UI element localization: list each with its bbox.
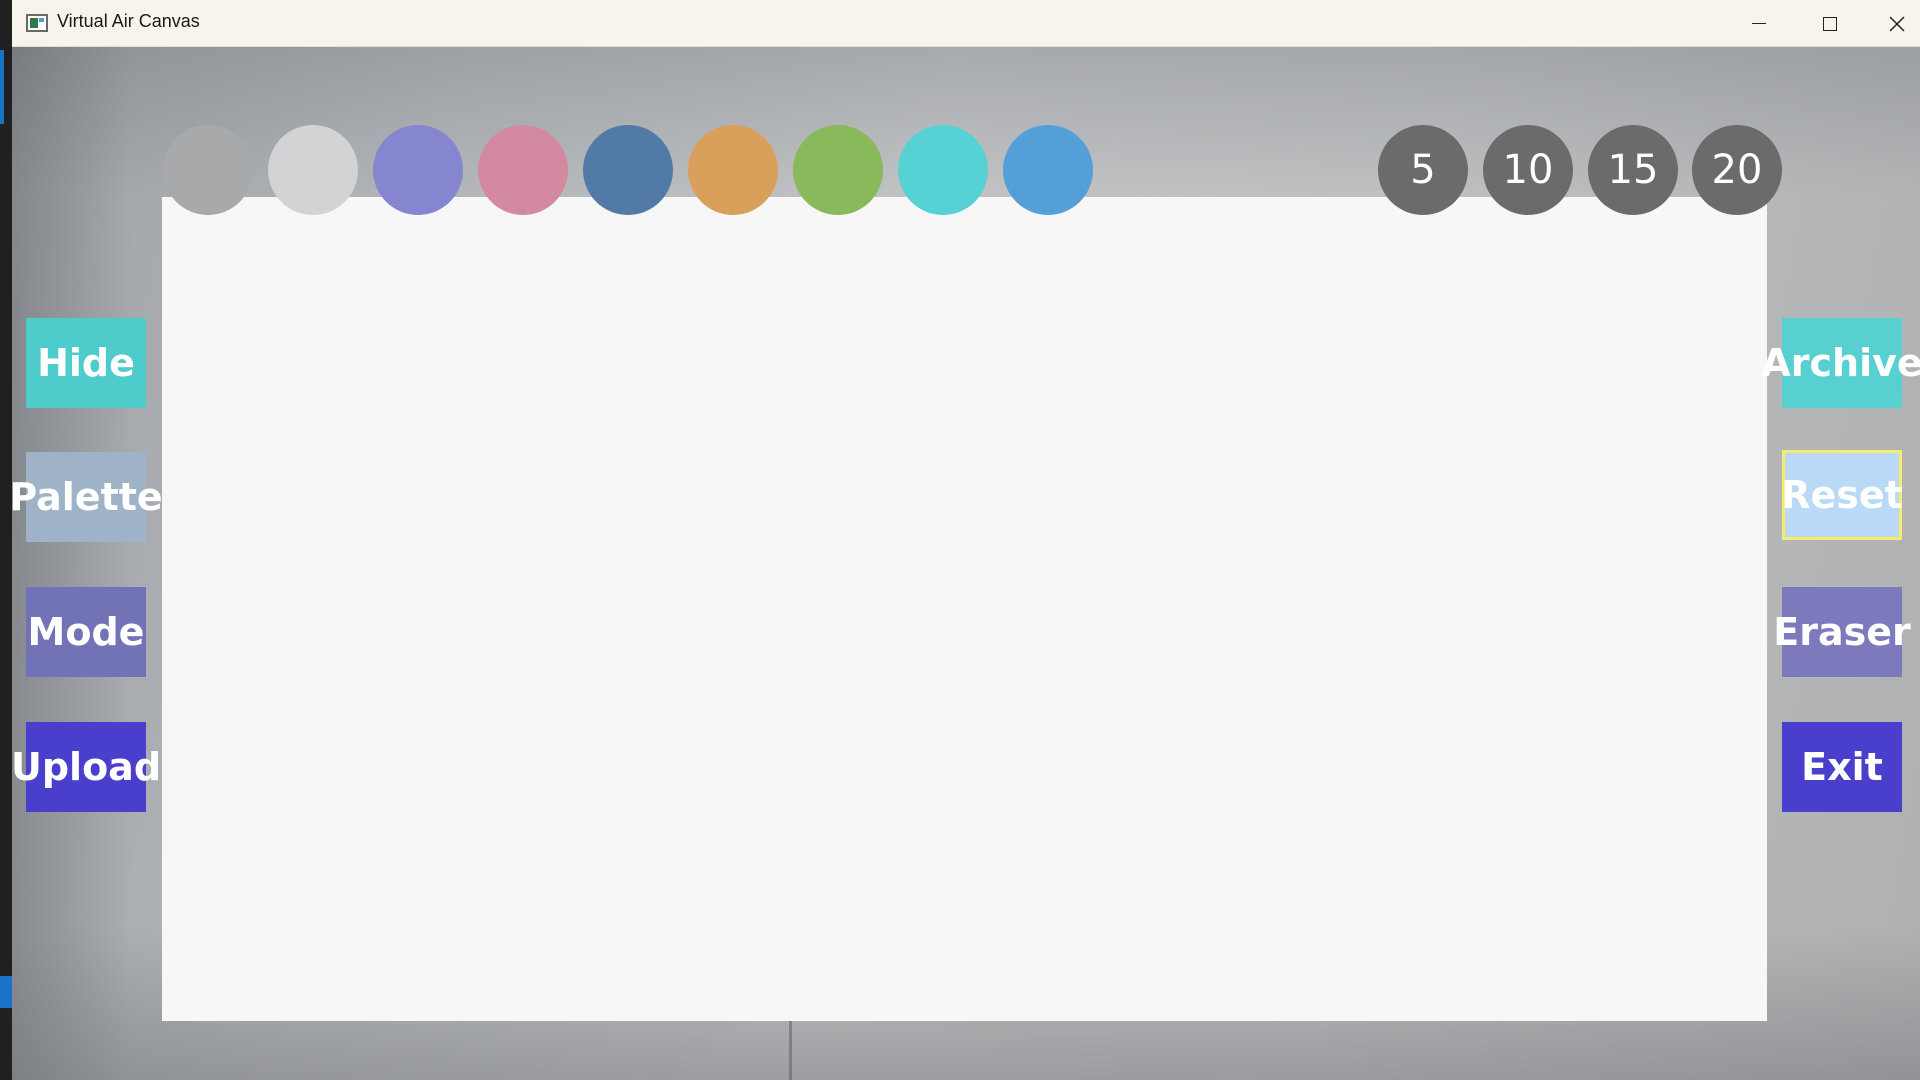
brush-size-15-button[interactable]: 15 bbox=[1588, 125, 1678, 215]
color-swatch-steel-blue[interactable] bbox=[583, 125, 673, 215]
palette-button-label: Palette bbox=[12, 475, 163, 519]
title-bar[interactable]: Virtual Air Canvas bbox=[12, 0, 1920, 47]
color-swatch-pink[interactable] bbox=[478, 125, 568, 215]
color-swatch-orange[interactable] bbox=[688, 125, 778, 215]
color-swatch-lavender[interactable] bbox=[373, 125, 463, 215]
palette-button[interactable]: Palette bbox=[12, 452, 163, 542]
hide-button-label: Hide bbox=[37, 341, 135, 385]
brush-size-5-button[interactable]: 5 bbox=[1378, 125, 1468, 215]
minimize-icon bbox=[1752, 22, 1766, 25]
close-icon bbox=[1889, 15, 1905, 32]
brush-size-10-button[interactable]: 10 bbox=[1483, 125, 1573, 215]
hide-button[interactable]: Hide bbox=[26, 318, 146, 408]
camera-feed: 5 10 15 20 Hide Palette Mode Upload Arch… bbox=[12, 47, 1920, 1080]
upload-button-label: Upload bbox=[12, 745, 162, 789]
color-swatch-sky-blue[interactable] bbox=[1003, 125, 1093, 215]
color-swatch-light-gray[interactable] bbox=[268, 125, 358, 215]
mode-button[interactable]: Mode bbox=[26, 587, 146, 677]
app-window: Virtual Air Canvas 5 10 15 20 Hide Palet… bbox=[12, 0, 1920, 1080]
archive-button[interactable]: Archive bbox=[1761, 318, 1920, 408]
reset-button[interactable]: Reset bbox=[1781, 450, 1903, 540]
brush-size-20-button[interactable]: 20 bbox=[1692, 125, 1782, 215]
mode-button-label: Mode bbox=[27, 610, 145, 654]
close-button[interactable] bbox=[1862, 0, 1920, 47]
color-swatch-green[interactable] bbox=[793, 125, 883, 215]
maximize-icon bbox=[1823, 16, 1837, 31]
drawing-canvas[interactable] bbox=[162, 197, 1767, 1021]
desktop-edge bbox=[0, 0, 12, 1080]
maximize-button[interactable] bbox=[1795, 0, 1865, 47]
exit-button-label: Exit bbox=[1801, 745, 1883, 789]
eraser-button-label: Eraser bbox=[1773, 610, 1911, 654]
minimize-button[interactable] bbox=[1724, 0, 1794, 47]
taskbar-accent bbox=[0, 976, 12, 1008]
upload-button[interactable]: Upload bbox=[12, 722, 161, 812]
color-swatch-cyan[interactable] bbox=[898, 125, 988, 215]
app-window-icon bbox=[26, 14, 48, 32]
exit-button[interactable]: Exit bbox=[1782, 722, 1902, 812]
archive-button-label: Archive bbox=[1761, 341, 1920, 385]
window-title: Virtual Air Canvas bbox=[57, 11, 200, 31]
color-swatch-gray[interactable] bbox=[163, 125, 253, 215]
taskbar-accent bbox=[0, 50, 4, 124]
reset-button-label: Reset bbox=[1781, 473, 1903, 517]
eraser-button[interactable]: Eraser bbox=[1773, 587, 1911, 677]
